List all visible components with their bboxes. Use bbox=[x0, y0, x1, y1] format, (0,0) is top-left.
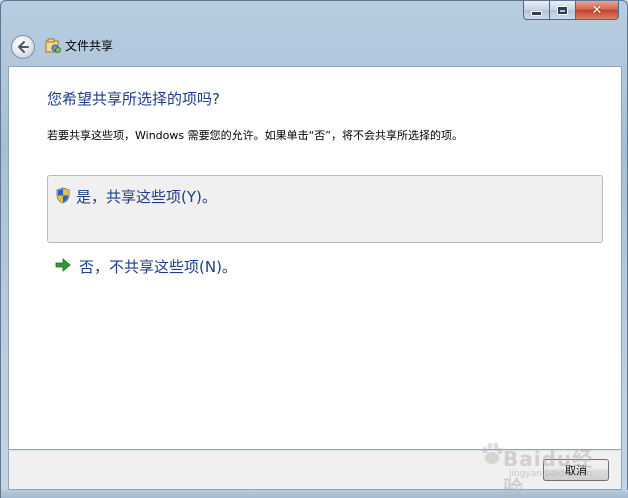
caption-buttons: ✕ bbox=[523, 1, 619, 21]
cancel-button[interactable]: 取消 bbox=[543, 459, 609, 481]
uac-shield-icon bbox=[56, 187, 70, 204]
share-no-label: 否，不共享这些项(N)。 bbox=[79, 258, 237, 276]
close-icon: ✕ bbox=[591, 2, 603, 18]
share-yes-label: 是，共享这些项(Y)。 bbox=[76, 188, 217, 206]
content-panel: 您希望共享所选择的项吗? 若要共享这些项，Windows 需要您的允许。如果单击… bbox=[8, 66, 622, 450]
frame-bottom-edge bbox=[1, 490, 628, 498]
minimize-button[interactable] bbox=[523, 1, 549, 20]
window-frame: ✕ 文件共享 您希望共享所选择的项吗? 若要共享这些项，Windows 需要您的… bbox=[0, 0, 628, 498]
close-button[interactable]: ✕ bbox=[575, 1, 619, 20]
green-arrow-icon bbox=[55, 258, 71, 272]
minimize-icon bbox=[531, 10, 542, 16]
back-arrow-icon bbox=[18, 41, 29, 53]
main-instruction: 您希望共享所选择的项吗? bbox=[47, 90, 220, 108]
window-title-area: 文件共享 bbox=[45, 37, 113, 54]
window-title: 文件共享 bbox=[65, 39, 114, 53]
file-sharing-icon bbox=[45, 38, 61, 53]
description-text: 若要共享这些项，Windows 需要您的允许。如果单击“否”，将不会共享所选择的… bbox=[47, 129, 463, 142]
footer-bar: 取消 bbox=[8, 450, 622, 490]
maximize-button[interactable] bbox=[549, 1, 575, 20]
share-no-option[interactable]: 否，不共享这些项(N)。 bbox=[47, 250, 603, 282]
maximize-icon bbox=[557, 5, 568, 15]
back-button[interactable] bbox=[11, 35, 35, 59]
share-yes-option[interactable]: 是，共享这些项(Y)。 bbox=[47, 175, 603, 243]
